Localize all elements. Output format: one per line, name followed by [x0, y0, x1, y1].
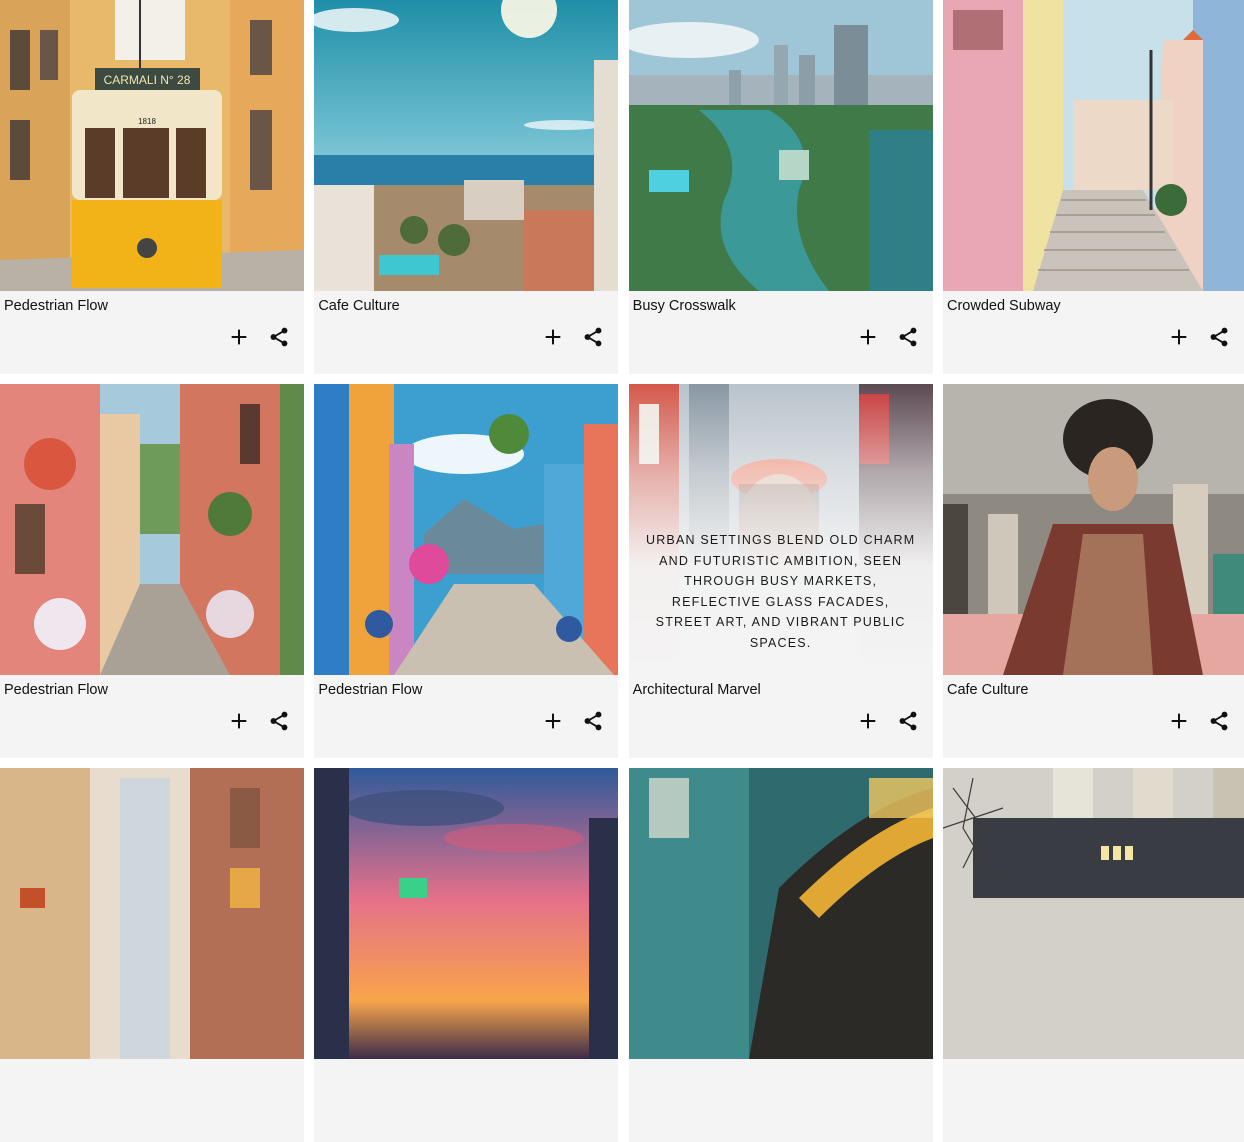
card-title: Crowded Subway — [946, 298, 1061, 314]
share-icon — [270, 711, 288, 731]
tram-number-text: 1818 — [138, 117, 156, 126]
card-title: Pedestrian Flow — [4, 682, 108, 698]
gallery-card[interactable] — [942, 768, 1244, 1142]
plus-icon — [1171, 329, 1187, 345]
gallery-card[interactable] — [314, 768, 619, 1142]
plus-icon — [545, 329, 561, 345]
gallery-card[interactable]: CARMALI N° 28 1818 Pedestrian Flow — [0, 0, 304, 374]
card-image-city-bridge[interactable] — [942, 768, 1244, 1059]
add-button[interactable] — [1166, 324, 1192, 350]
card-image-woman-skyline[interactable] — [942, 384, 1244, 675]
card-description: Urban settings blend old charm and futur… — [645, 533, 916, 650]
card-title: Cafe Culture — [946, 682, 1029, 698]
share-button[interactable] — [580, 708, 606, 734]
gallery-card[interactable]: Crowded Subway — [942, 0, 1244, 374]
add-button[interactable] — [226, 708, 252, 734]
tram-sign-text: CARMALI N° 28 — [104, 73, 191, 87]
gallery-card[interactable]: Pedestrian Flow — [314, 384, 619, 758]
add-button[interactable] — [226, 324, 252, 350]
gallery-card[interactable]: Cafe Culture — [314, 0, 619, 374]
share-icon — [1210, 327, 1228, 347]
plus-icon — [860, 329, 875, 345]
add-button[interactable] — [855, 324, 881, 350]
gallery-card[interactable] — [0, 768, 304, 1142]
share-icon — [270, 327, 288, 347]
share-button[interactable] — [580, 324, 606, 350]
card-image-city-portrait[interactable]: Urban settings blend old charm and futur… — [628, 384, 933, 675]
share-icon — [584, 711, 602, 731]
card-image-colorful-street[interactable] — [314, 384, 619, 675]
card-image-sunset-city[interactable] — [314, 768, 619, 1059]
add-button[interactable] — [540, 324, 566, 350]
share-button[interactable] — [1206, 708, 1232, 734]
share-button[interactable] — [1206, 324, 1232, 350]
gallery-card[interactable]: Busy Crosswalk — [628, 0, 933, 374]
card-title: Architectural Marvel — [632, 682, 761, 698]
card-title: Cafe Culture — [318, 298, 400, 314]
card-image-motion-taxi[interactable] — [628, 768, 933, 1059]
card-title: Busy Crosswalk — [632, 298, 736, 314]
share-icon — [899, 711, 917, 731]
card-image-river-city[interactable] — [628, 0, 933, 291]
card-image-blurred-street[interactable] — [0, 768, 304, 1059]
share-button[interactable] — [266, 324, 292, 350]
card-title: Pedestrian Flow — [318, 682, 423, 698]
plus-icon — [545, 713, 561, 729]
add-button[interactable] — [1166, 708, 1192, 734]
card-image-flower-alley[interactable] — [0, 384, 304, 675]
gallery-card-hovered[interactable]: Urban settings blend old charm and futur… — [628, 384, 933, 758]
plus-icon — [231, 713, 247, 729]
card-image-tram-street[interactable]: CARMALI N° 28 1818 — [0, 0, 304, 291]
plus-icon — [231, 329, 247, 345]
add-button[interactable] — [855, 708, 881, 734]
share-icon — [899, 327, 917, 347]
card-title: Pedestrian Flow — [4, 298, 108, 314]
share-icon — [584, 327, 602, 347]
share-button[interactable] — [266, 708, 292, 734]
plus-icon — [860, 713, 875, 729]
gallery-card[interactable] — [628, 768, 933, 1142]
card-image-coastal-city[interactable] — [314, 0, 619, 291]
share-icon — [1210, 711, 1228, 731]
share-button[interactable] — [895, 708, 921, 734]
card-image-pastel-stairs[interactable] — [942, 0, 1244, 291]
gallery-card[interactable]: Pedestrian Flow — [0, 384, 304, 758]
add-button[interactable] — [540, 708, 566, 734]
plus-icon — [1171, 713, 1187, 729]
photo-gallery-grid: CARMALI N° 28 1818 Pedestrian Flow Cafe … — [0, 0, 1244, 1142]
gallery-card[interactable]: Cafe Culture — [942, 384, 1244, 758]
share-button[interactable] — [895, 324, 921, 350]
